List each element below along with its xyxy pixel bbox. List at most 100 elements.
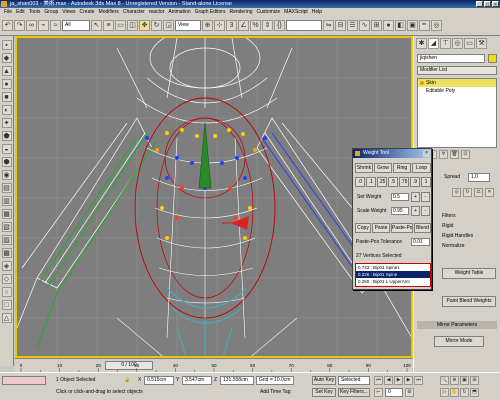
tool-icon-9[interactable]: ◒ [1, 144, 12, 154]
blend-button[interactable]: Blend [414, 223, 431, 233]
menu-character[interactable]: Character [123, 8, 145, 16]
close-button[interactable]: × [492, 1, 499, 8]
next-frame-icon[interactable]: ▶ [404, 376, 413, 385]
tool-icon-13[interactable]: ▥ [1, 196, 12, 206]
shrink-button[interactable]: Shrink [355, 163, 373, 173]
tool-icon-4[interactable]: ● [1, 79, 12, 89]
zoom-all-icon[interactable]: ⊕ [450, 376, 459, 385]
ring-button[interactable]: Ring [393, 163, 411, 173]
tool-icon-16[interactable]: ▨ [1, 235, 12, 245]
spread-field[interactable]: 1.0 [468, 173, 490, 182]
menu-customize[interactable]: Customize [257, 8, 281, 16]
z-coordinate-field[interactable]: 131.558cm [220, 376, 254, 385]
prev-frame-icon[interactable]: ◀ [384, 376, 393, 385]
tool-icon-17[interactable]: ▩ [1, 248, 12, 258]
menu-group[interactable]: Group [44, 8, 58, 16]
remove-modifier-icon[interactable]: 🗑 [450, 150, 459, 159]
play-icon[interactable]: ▶ [394, 376, 403, 385]
tool-icon-1[interactable]: ▪ [1, 40, 12, 50]
menu-modifiers[interactable]: Modifiers [99, 8, 119, 16]
copy-button[interactable]: Copy [355, 223, 371, 233]
loop-icon[interactable]: ↻ [463, 188, 472, 197]
mirror-icon[interactable]: ⇋ [323, 20, 334, 31]
make-unique-icon[interactable]: ∀ [439, 150, 448, 159]
menu-file[interactable]: File [4, 8, 12, 16]
pan-icon[interactable]: ✋ [450, 388, 459, 397]
auto-key-button[interactable]: Auto Key [312, 376, 336, 385]
weight-preset-0[interactable]: .0 [355, 177, 365, 187]
weight-tool-close-icon[interactable]: × [423, 150, 430, 157]
menu-tools[interactable]: Tools [29, 8, 41, 16]
time-configuration-icon[interactable]: ⚙ [405, 388, 414, 397]
weight-preset-3[interactable]: .5 [388, 177, 398, 187]
snap-toggle-icon[interactable]: 3 [226, 20, 237, 31]
menu-help[interactable]: Help [312, 8, 322, 16]
tool-icon-19[interactable]: ◇ [1, 274, 12, 284]
create-tab-icon[interactable]: ✱ [416, 38, 427, 49]
reference-coordinate-dropdown[interactable]: View [175, 20, 201, 31]
menu-create[interactable]: Create [80, 8, 95, 16]
menu-views[interactable]: Views [62, 8, 75, 16]
object-color-swatch[interactable] [488, 54, 497, 63]
bone-weight-item[interactable]: 0.250 : Bip01 L UpperArm [356, 278, 430, 285]
material-editor-icon[interactable]: ● [383, 20, 394, 31]
weight-table-button[interactable]: Weight Table [442, 268, 496, 279]
tool-icon-11[interactable]: ◉ [1, 170, 12, 180]
tool-icon-14[interactable]: ▦ [1, 209, 12, 219]
named-selection-sets-dropdown[interactable] [286, 20, 322, 31]
bind-space-warp-icon[interactable]: ≈ [50, 20, 61, 31]
zoom-extents-all-icon[interactable]: ⊞ [470, 376, 479, 385]
bone-weight-item[interactable]: 0.743 : Bip01 Spine1 [356, 264, 430, 271]
display-tab-icon[interactable]: ▭ [464, 38, 475, 49]
menu-reactor[interactable]: reactor [149, 8, 165, 16]
selection-filter-dropdown[interactable]: All [62, 20, 90, 31]
menu-graph-editors[interactable]: Graph Editors [195, 8, 226, 16]
stack-item-editable-poly[interactable]: Editable Poly [418, 87, 496, 95]
quick-render-icon[interactable]: ☕ [419, 20, 430, 31]
go-to-start-icon[interactable]: ⏮ [374, 376, 383, 385]
rigid-option[interactable]: Rigid [442, 222, 453, 230]
weight-preset-2[interactable]: .25 [377, 177, 387, 187]
tool-icon-8[interactable]: ⬟ [1, 131, 12, 141]
spinner-snap-icon[interactable]: ⇕ [262, 20, 273, 31]
render-type-icon[interactable]: ◎ [431, 20, 442, 31]
tool-icon-15[interactable]: ▧ [1, 222, 12, 232]
arc-rotate-icon[interactable]: ↻ [460, 388, 469, 397]
tool-icon-10[interactable]: ⬢ [1, 157, 12, 167]
align-icon[interactable]: ⊟ [335, 20, 346, 31]
tool-icon-3[interactable]: ▲ [1, 66, 12, 76]
maxscript-listener[interactable] [2, 376, 46, 385]
named-selection-icon[interactable]: {} [274, 20, 285, 31]
redo-icon[interactable]: ↷ [14, 20, 25, 31]
weight-tool-icon[interactable]: ⚖ [474, 188, 483, 197]
render-setup-icon[interactable]: ◧ [395, 20, 406, 31]
bulb-icon[interactable] [420, 81, 424, 85]
tool-icon-7[interactable]: ✦ [1, 118, 12, 128]
zoom-icon[interactable]: 🔍 [440, 376, 449, 385]
tool-icon-18[interactable]: ◈ [1, 261, 12, 271]
tool-icon-21[interactable]: □ [1, 300, 12, 310]
tool-icon-22[interactable]: △ [1, 313, 12, 323]
menu-edit[interactable]: Edit [16, 8, 25, 16]
pivot-center-icon[interactable]: ⊕ [202, 20, 213, 31]
x-coordinate-field[interactable]: 0.515cm [144, 376, 174, 385]
set-weight-field[interactable]: 0.5 [391, 193, 409, 201]
select-object-icon[interactable]: ↖ [91, 20, 102, 31]
paste-tolerance-field[interactable]: 0.01 [411, 238, 430, 246]
ring-icon[interactable]: ◎ [452, 188, 461, 197]
scale-weight-minus-button[interactable]: - [421, 206, 430, 216]
add-time-tag[interactable]: Add Time Tag [260, 388, 290, 396]
window-crossing-icon[interactable]: ◫ [127, 20, 138, 31]
tool-icon-12[interactable]: ▤ [1, 183, 12, 193]
utilities-tab-icon[interactable]: ⚒ [476, 38, 487, 49]
motion-tab-icon[interactable]: ◎ [452, 38, 463, 49]
go-to-end-icon[interactable]: ⏭ [414, 376, 423, 385]
tool-icon-6[interactable]: ◐ [1, 105, 12, 115]
bone-weight-list[interactable]: 0.743 : Bip01 Spine1 0.226 : Bip01 Spine… [355, 263, 431, 287]
delete-icon[interactable]: ✕ [485, 188, 494, 197]
render-frame-icon[interactable]: ▣ [407, 20, 418, 31]
object-name-field[interactable]: jiqishen [417, 54, 485, 63]
key-mode-dropdown[interactable]: Selected [338, 376, 370, 385]
angle-snap-icon[interactable]: ∠ [238, 20, 249, 31]
weight-preset-5[interactable]: .9 [410, 177, 420, 187]
